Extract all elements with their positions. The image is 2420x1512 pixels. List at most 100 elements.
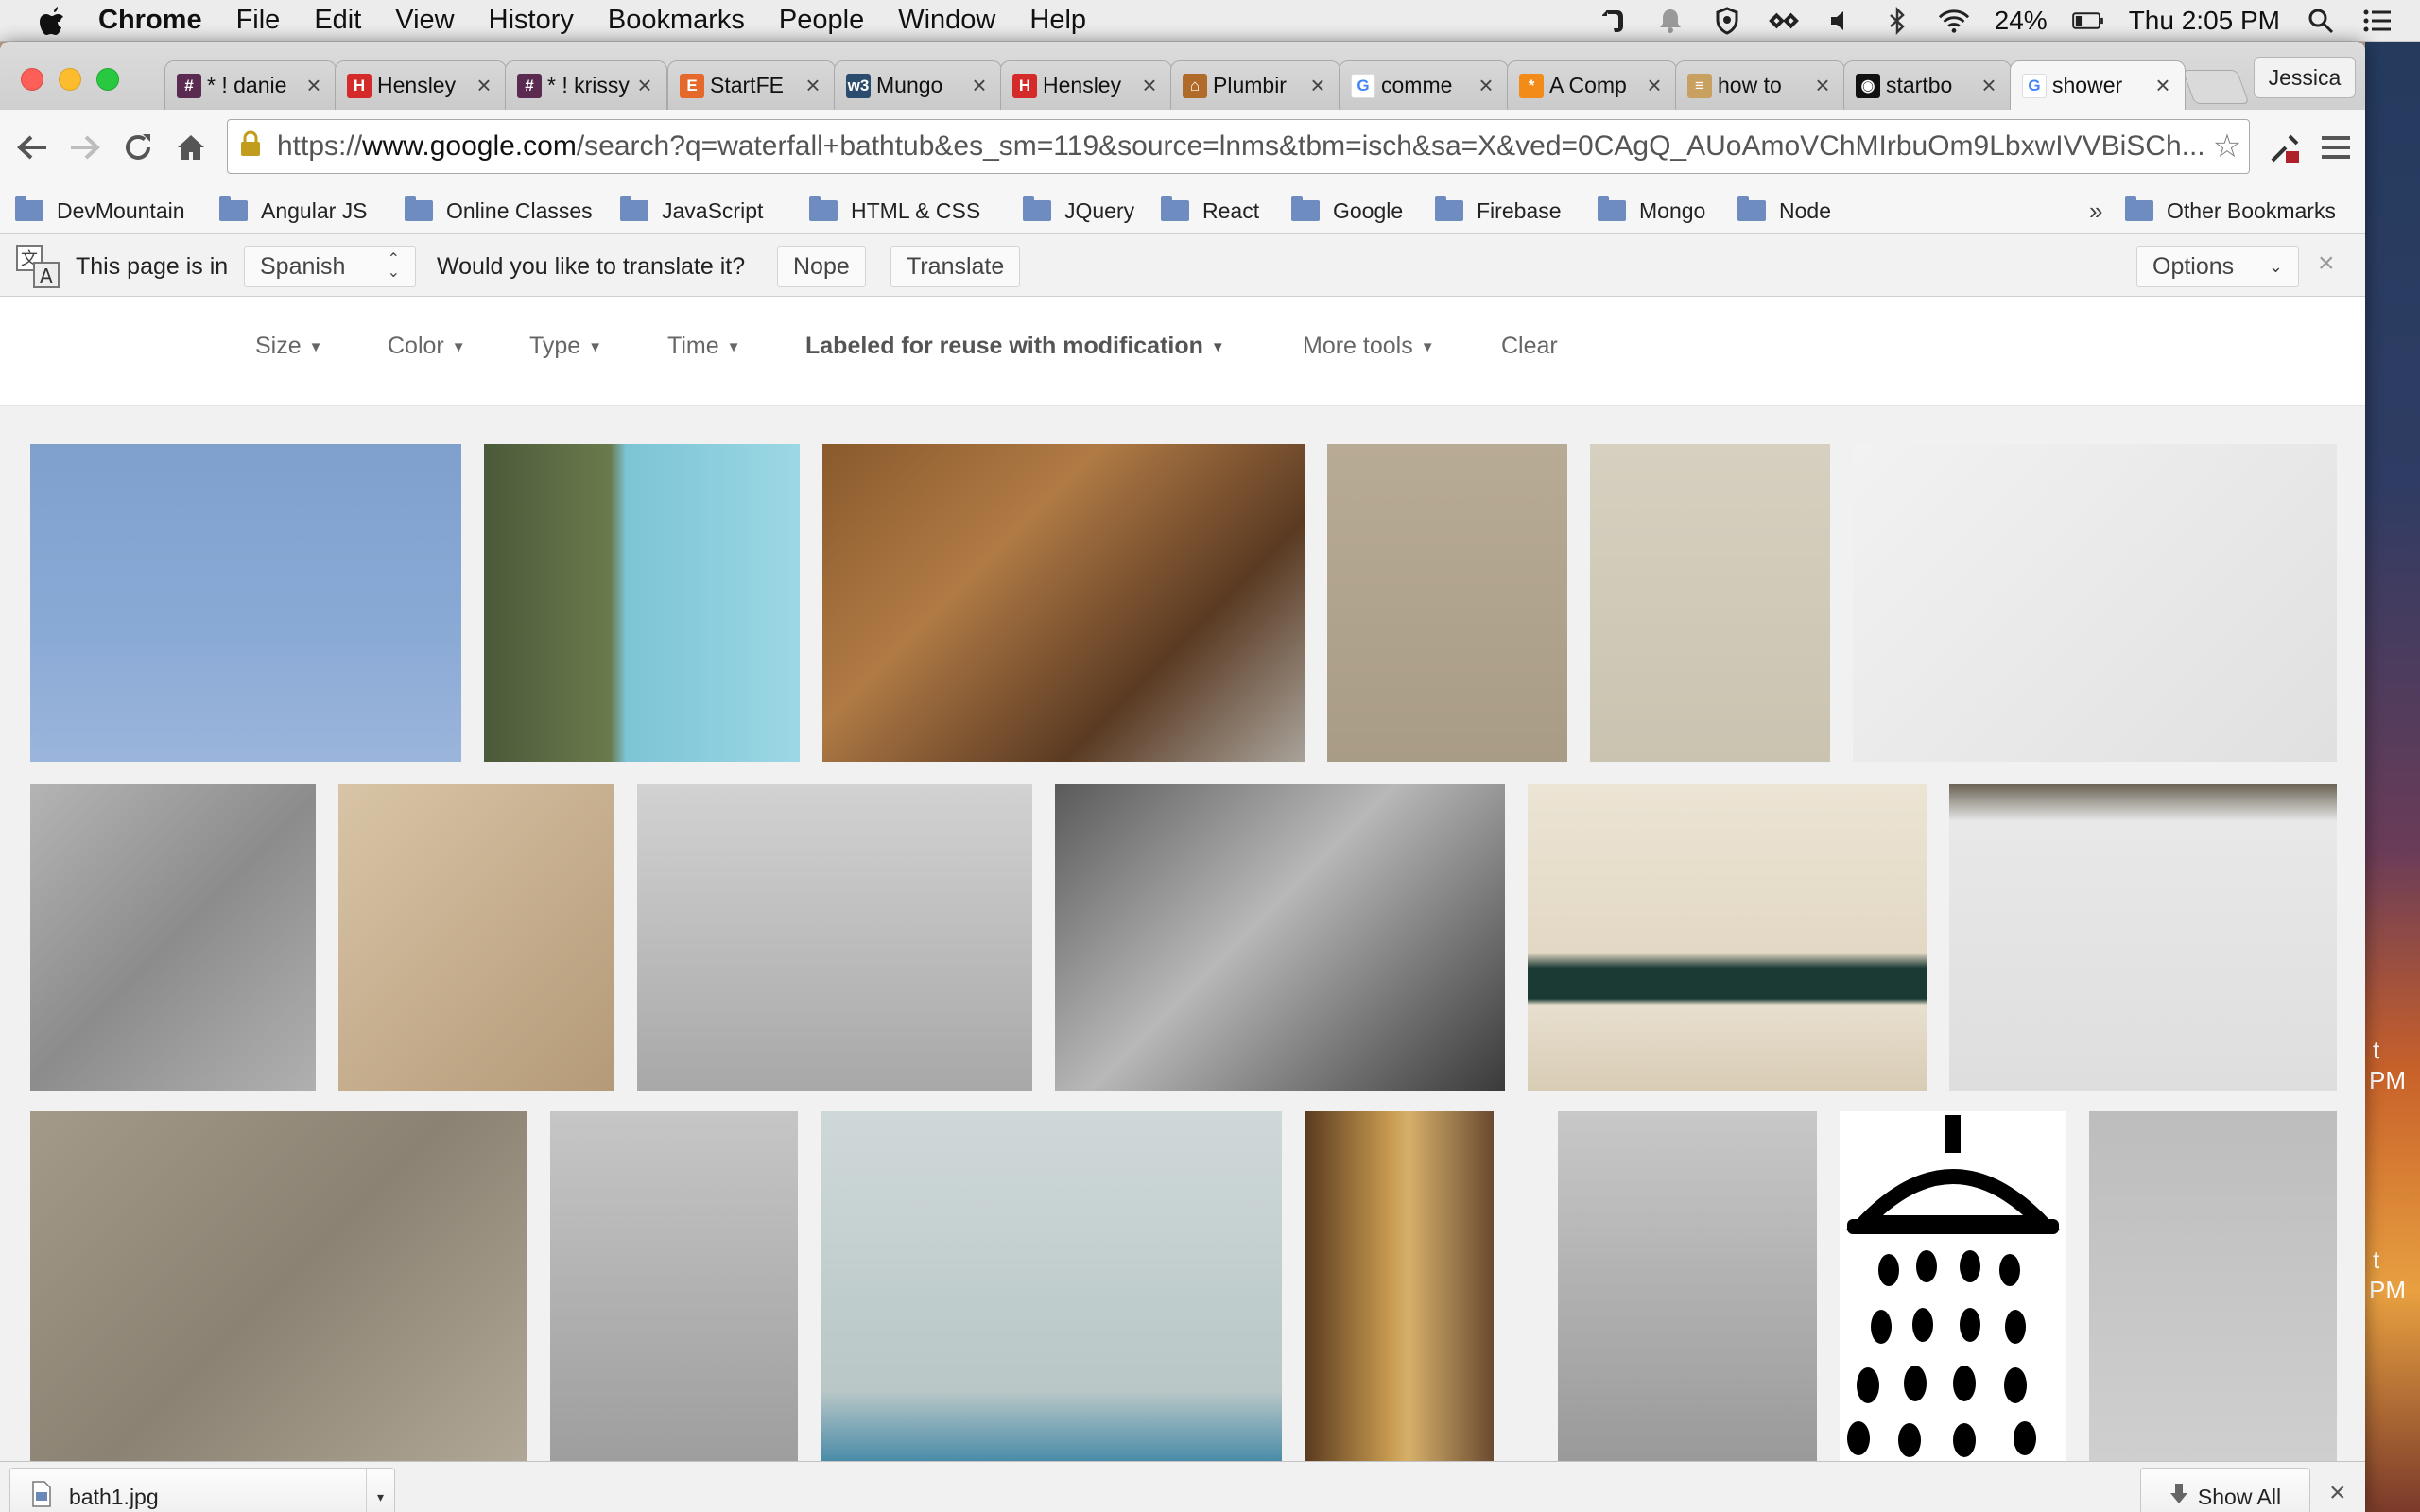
browser-tab[interactable]: # * ! krissy × bbox=[505, 60, 667, 110]
close-tab-icon[interactable]: × bbox=[303, 71, 324, 100]
bookmark-folder[interactable]: Mongo bbox=[1598, 195, 1705, 227]
menu-bookmarks[interactable]: Bookmarks bbox=[591, 5, 762, 36]
translate-button[interactable]: Translate bbox=[890, 246, 1021, 287]
filter-usage-rights[interactable]: Labeled for reuse with modification ▼ bbox=[805, 333, 1225, 360]
home-button[interactable] bbox=[170, 127, 212, 168]
image-shower-rail-tiles[interactable] bbox=[1558, 1111, 1817, 1461]
close-tab-icon[interactable]: × bbox=[1644, 71, 1665, 100]
forward-button[interactable] bbox=[64, 127, 106, 168]
infinity-icon[interactable] bbox=[1768, 5, 1800, 37]
back-button[interactable] bbox=[11, 127, 53, 168]
notification-bell-icon[interactable] bbox=[1654, 5, 1686, 37]
apple-logo-icon[interactable] bbox=[36, 5, 68, 37]
menu-people[interactable]: People bbox=[762, 5, 881, 36]
menu-help[interactable]: Help bbox=[1012, 5, 1103, 36]
language-select[interactable]: Spanish ⌃ ⌄ bbox=[244, 246, 416, 287]
shield-icon[interactable] bbox=[1711, 5, 1743, 37]
image-shower-green-border[interactable] bbox=[1528, 784, 1927, 1091]
image-showerhead-grayscale[interactable] bbox=[1055, 784, 1505, 1091]
browser-tab[interactable]: H Hensley × bbox=[1000, 60, 1172, 110]
url-text[interactable]: https://www.google.com/search?q=waterfal… bbox=[277, 130, 2205, 163]
browser-tab[interactable]: # * ! danie × bbox=[164, 60, 337, 110]
bookmark-folder[interactable]: React bbox=[1161, 195, 1259, 227]
bookmark-folder[interactable]: JavaScript bbox=[620, 195, 763, 227]
extension-eyedropper-icon[interactable] bbox=[2259, 127, 2312, 168]
browser-tab[interactable]: ◉ startbo × bbox=[1843, 60, 2012, 110]
image-shower-curtain[interactable] bbox=[30, 784, 316, 1091]
filter-size[interactable]: Size ▼ bbox=[255, 333, 323, 360]
image-beige-tile-shower[interactable] bbox=[1327, 444, 1567, 762]
browser-tab[interactable]: ⌂ Plumbir × bbox=[1170, 60, 1340, 110]
new-tab-button[interactable] bbox=[2182, 70, 2250, 104]
bookmark-folder[interactable]: Firebase bbox=[1435, 195, 1561, 227]
profile-button[interactable]: Jessica bbox=[2254, 57, 2356, 98]
filter-time[interactable]: Time ▼ bbox=[667, 333, 741, 360]
menu-history[interactable]: History bbox=[472, 5, 591, 36]
image-woman-outdoor-shower[interactable] bbox=[484, 444, 800, 762]
menu-window[interactable]: Window bbox=[881, 5, 1012, 36]
close-tab-icon[interactable]: × bbox=[1979, 71, 1999, 100]
wifi-icon[interactable] bbox=[1938, 5, 1970, 37]
browser-tab[interactable]: * A Comp × bbox=[1507, 60, 1677, 110]
close-tab-icon[interactable]: × bbox=[803, 71, 823, 100]
image-grey-tile-shower[interactable] bbox=[2089, 1111, 2337, 1461]
battery-icon[interactable] bbox=[2071, 5, 2104, 37]
translate-options-button[interactable]: Options ⌄ bbox=[2136, 246, 2299, 287]
bookmark-folder[interactable]: Google bbox=[1291, 195, 1403, 227]
address-bar[interactable]: https://www.google.com/search?q=waterfal… bbox=[227, 119, 2250, 174]
image-shower-icon[interactable] bbox=[1840, 1111, 2066, 1461]
menu-view[interactable]: View bbox=[378, 5, 471, 36]
filter-color[interactable]: Color ▼ bbox=[388, 333, 466, 360]
bookmark-folder[interactable]: Angular JS bbox=[219, 195, 368, 227]
spotlight-search-icon[interactable] bbox=[2305, 5, 2337, 37]
notification-center-icon[interactable] bbox=[2361, 5, 2394, 37]
browser-tab[interactable]: Gshower × bbox=[2010, 60, 2186, 110]
show-all-downloads-button[interactable]: Show All bbox=[2140, 1468, 2310, 1512]
bookmark-folder[interactable]: DevMountain bbox=[15, 195, 185, 227]
image-wall-mixer-hose[interactable] bbox=[550, 1111, 798, 1461]
browser-tab[interactable]: E StartFE × bbox=[667, 60, 836, 110]
bookmark-folder[interactable]: Node bbox=[1737, 195, 1831, 227]
chevron-down-icon[interactable]: ▾ bbox=[366, 1469, 394, 1512]
close-tab-icon[interactable]: × bbox=[1139, 71, 1160, 100]
app-menu-chrome[interactable]: Chrome bbox=[89, 5, 219, 36]
chrome-menu-icon[interactable] bbox=[2312, 127, 2360, 168]
lock-icon[interactable] bbox=[239, 129, 268, 164]
browser-tab[interactable]: w3 Mungo × bbox=[834, 60, 1002, 110]
image-sony-shower-radio[interactable] bbox=[1949, 784, 2337, 1091]
close-tab-icon[interactable]: × bbox=[634, 71, 655, 100]
filter-clear[interactable]: Clear bbox=[1501, 333, 1558, 360]
image-accessible-shower-room[interactable] bbox=[821, 1111, 1282, 1461]
close-infobar-button[interactable]: × bbox=[2318, 248, 2335, 280]
close-tab-icon[interactable]: × bbox=[1812, 71, 1833, 100]
volume-icon[interactable] bbox=[1824, 5, 1857, 37]
reload-button[interactable] bbox=[117, 127, 159, 168]
close-tab-icon[interactable]: × bbox=[1476, 71, 1496, 100]
bookmark-folder[interactable]: JQuery bbox=[1023, 195, 1134, 227]
browser-tab[interactable]: ≡ how to × bbox=[1675, 60, 1845, 110]
close-tab-icon[interactable]: × bbox=[1307, 71, 1328, 100]
image-showerhead-spray[interactable] bbox=[338, 784, 614, 1091]
image-handheld-shower-white[interactable] bbox=[1853, 444, 2337, 762]
image-shower-blue-sky[interactable] bbox=[30, 444, 461, 762]
menu-edit[interactable]: Edit bbox=[297, 5, 378, 36]
close-tab-icon[interactable]: × bbox=[969, 71, 990, 100]
bookmark-star-icon[interactable]: ☆ bbox=[2205, 128, 2249, 165]
close-tab-icon[interactable]: × bbox=[474, 71, 494, 100]
bookmark-folder[interactable]: HTML & CSS bbox=[809, 195, 980, 227]
filter-more-tools[interactable]: More tools ▼ bbox=[1303, 333, 1435, 360]
bookmarks-overflow-chevron[interactable]: » bbox=[2089, 195, 2102, 227]
browser-tab[interactable]: Gcomme × bbox=[1339, 60, 1509, 110]
menubar-clock[interactable]: Thu 2:05 PM bbox=[2129, 6, 2280, 36]
close-tab-icon[interactable]: × bbox=[2152, 71, 2173, 100]
image-antique-shower-cabinet[interactable] bbox=[1305, 1111, 1494, 1461]
bluetooth-icon[interactable] bbox=[1881, 5, 1913, 37]
other-bookmarks[interactable]: Other Bookmarks bbox=[2125, 195, 2336, 227]
image-mixer-with-hose[interactable] bbox=[637, 784, 1032, 1091]
image-tiled-walk-in-shower[interactable] bbox=[30, 1111, 527, 1461]
download-item[interactable]: bath1.jpg ▾ bbox=[9, 1468, 395, 1512]
zoom-window-button[interactable] bbox=[96, 68, 119, 91]
nope-button[interactable]: Nope bbox=[777, 246, 866, 287]
close-download-shelf-button[interactable]: × bbox=[2329, 1477, 2346, 1509]
browser-tab[interactable]: H Hensley × bbox=[335, 60, 507, 110]
